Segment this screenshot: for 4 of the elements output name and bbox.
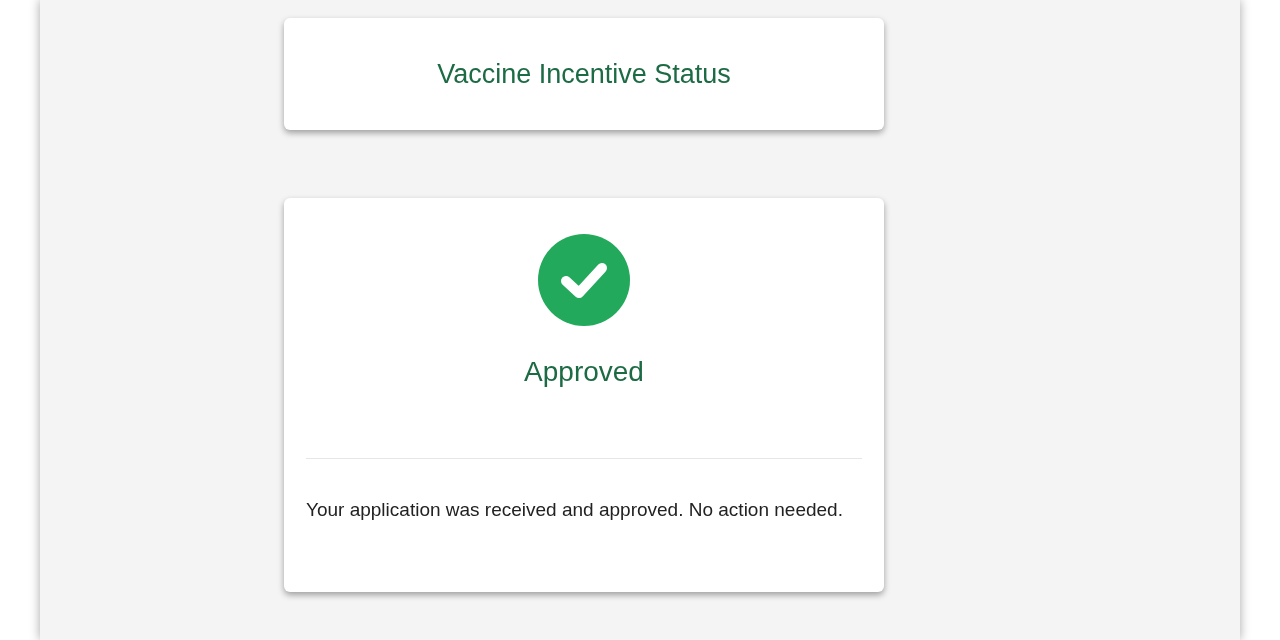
page-title: Vaccine Incentive Status [437, 58, 731, 90]
check-circle-icon [538, 234, 630, 326]
status-message: Your application was received and approved. No action needed. [306, 498, 844, 522]
status-label: Approved [524, 356, 644, 388]
